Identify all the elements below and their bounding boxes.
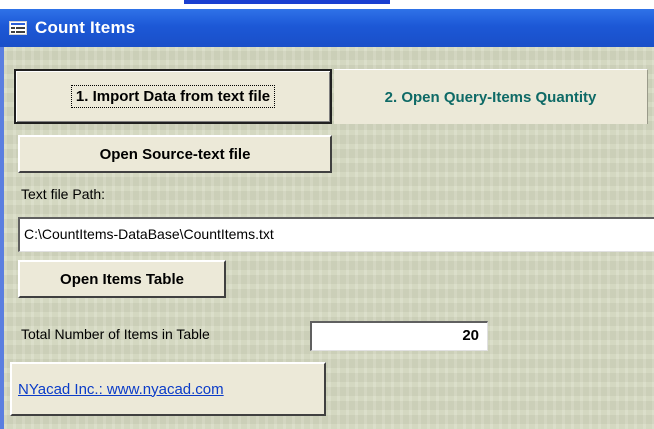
total-items-field[interactable]: 20 (310, 321, 488, 351)
open-items-table-button[interactable]: Open Items Table (18, 260, 226, 298)
total-items-label: Total Number of Items in Table (21, 326, 210, 342)
form-icon (9, 21, 27, 35)
form-body: 1. Import Data from text file 2. Open Qu… (0, 47, 654, 429)
text-file-path-field[interactable]: C:\CountItems-DataBase\CountItems.txt (18, 217, 654, 252)
nyacad-link-button[interactable]: NYacad Inc.: www.nyacad.com (10, 362, 326, 416)
title-bar: Count Items (0, 9, 654, 47)
top-accent-bar (184, 0, 390, 4)
form-window: Count Items 1. Import Data from text fil… (0, 9, 654, 429)
import-data-label: 1. Import Data from text file (70, 85, 276, 108)
open-query-items-quantity-tab[interactable]: 2. Open Query-Items Quantity (334, 69, 648, 124)
nyacad-link[interactable]: NYacad Inc.: www.nyacad.com (18, 381, 224, 398)
text-file-path-label: Text file Path: (21, 186, 106, 202)
open-source-text-file-button[interactable]: Open Source-text file (18, 135, 332, 173)
import-data-button[interactable]: 1. Import Data from text file (14, 69, 332, 124)
window-title: Count Items (35, 18, 136, 37)
